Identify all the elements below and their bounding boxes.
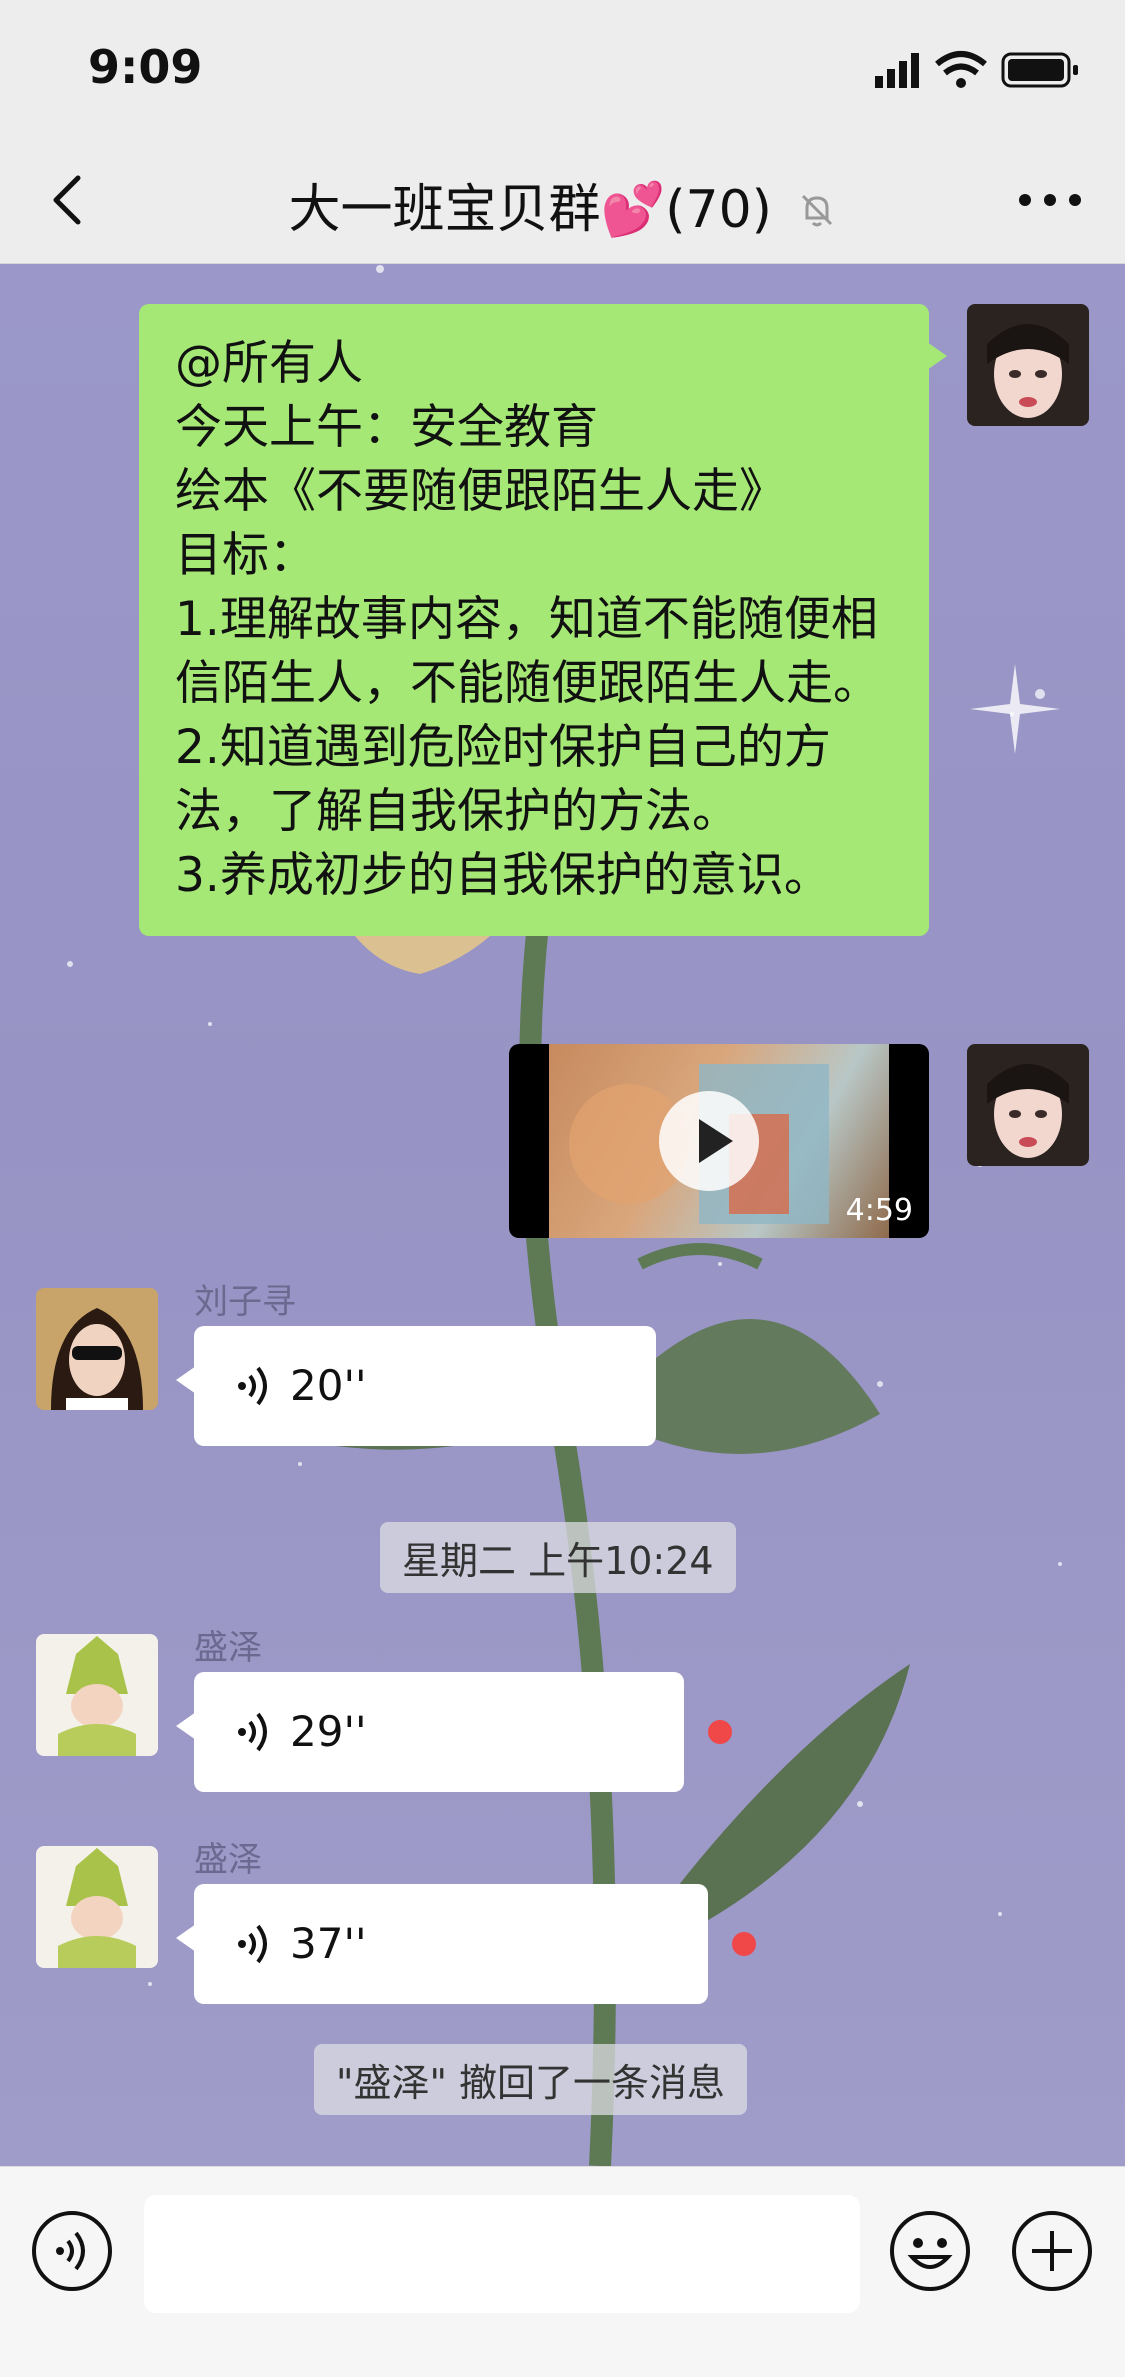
- more-icon: [1019, 194, 1081, 206]
- input-bar: [0, 2166, 1125, 2377]
- wifi-icon: [935, 51, 987, 88]
- recall-notice: "盛泽" 撤回了一条消息: [314, 2044, 748, 2115]
- sender-name: 盛泽: [194, 1840, 262, 1880]
- voice-message[interactable]: 20'': [176, 1326, 656, 1446]
- voice-duration: 29'': [290, 1707, 367, 1756]
- unread-dot: [708, 1720, 732, 1744]
- nav-bar: 大一班宝贝群💕(70): [0, 135, 1125, 264]
- my-avatar[interactable]: [967, 304, 1089, 426]
- status-icons: [875, 50, 1085, 90]
- avatar-image: [36, 1846, 158, 1968]
- avatar-image: [967, 304, 1089, 426]
- mute-bell-icon: [797, 183, 837, 243]
- avatar-image: [36, 1634, 158, 1756]
- video-message[interactable]: 4:59: [509, 1044, 929, 1238]
- status-bar: 9:09: [0, 0, 1125, 135]
- sender-name: 盛泽: [194, 1628, 262, 1668]
- voice-duration: 20'': [290, 1361, 367, 1410]
- video-duration: 4:59: [845, 1193, 913, 1228]
- sender-avatar-liuzixun[interactable]: [36, 1288, 158, 1410]
- voice-message[interactable]: 29'': [176, 1672, 684, 1792]
- more-button[interactable]: [1015, 185, 1085, 215]
- emoji-icon: [890, 2211, 970, 2291]
- timestamp: 星期二 上午10:24: [380, 1522, 736, 1593]
- voice-input-toggle[interactable]: [30, 2209, 114, 2293]
- voice-duration: 37'': [290, 1919, 367, 1968]
- avatar-image: [36, 1288, 158, 1410]
- chat-title-text: 大一班宝贝群💕(70): [288, 180, 772, 240]
- chat-area[interactable]: @所有人 今天上午：安全教育 绘本《不要随便跟陌生人走》 目标： 1.理解故事内…: [0, 264, 1125, 2166]
- status-time: 9:09: [88, 40, 203, 94]
- emoji-button[interactable]: [888, 2209, 972, 2293]
- voice-message[interactable]: 37'': [176, 1884, 708, 2004]
- message-input[interactable]: [144, 2195, 860, 2313]
- unread-dot: [732, 1932, 756, 1956]
- sender-avatar-shengze[interactable]: [36, 1846, 158, 1968]
- more-actions-button[interactable]: [1010, 2209, 1094, 2293]
- voice-icon: [238, 1712, 267, 1752]
- sender-avatar-shengze[interactable]: [36, 1634, 158, 1756]
- my-avatar[interactable]: [967, 1044, 1089, 1166]
- announcement-message[interactable]: @所有人 今天上午：安全教育 绘本《不要随便跟陌生人走》 目标： 1.理解故事内…: [139, 304, 947, 936]
- play-icon[interactable]: [659, 1091, 759, 1191]
- plus-icon: [1012, 2211, 1092, 2291]
- signal-icon: [875, 53, 919, 88]
- sender-name: 刘子寻: [194, 1282, 296, 1322]
- battery-icon: [1001, 52, 1078, 88]
- microphone-icon: [32, 2211, 112, 2291]
- avatar-image: [967, 1044, 1089, 1166]
- voice-icon: [238, 1924, 267, 1964]
- chat-title: 大一班宝贝群💕(70): [0, 167, 1125, 243]
- voice-icon: [238, 1366, 267, 1406]
